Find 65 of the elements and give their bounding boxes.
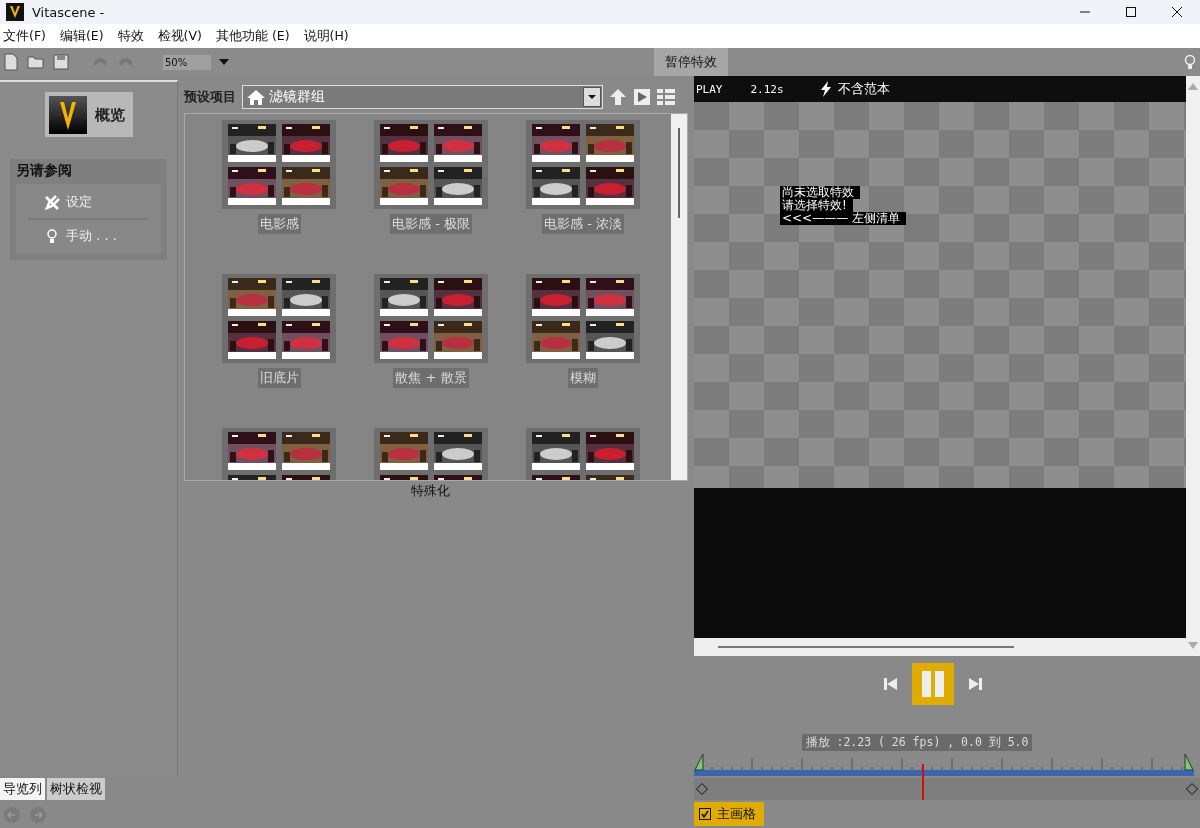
forward-icon[interactable]	[29, 806, 47, 824]
play-mode: PLAY	[696, 82, 723, 96]
pause-icon	[920, 671, 946, 697]
folder-icon[interactable]	[27, 53, 45, 71]
preset-label[interactable]: 电影感 - 浓淡	[542, 214, 624, 234]
preset-thumbnail[interactable]	[526, 274, 640, 363]
scroll-down-icon[interactable]	[1188, 642, 1198, 650]
scrollbar[interactable]	[671, 114, 687, 480]
keyframe-icon[interactable]	[1186, 783, 1198, 795]
keyframe-checkbox[interactable]: 主画格	[694, 802, 764, 826]
group-dropdown[interactable]: 滤镜群组	[242, 85, 603, 109]
checkmark-icon	[699, 808, 711, 820]
preset-label[interactable]: 电影感	[257, 214, 301, 234]
preset-label[interactable]: 特殊化	[410, 481, 450, 500]
preset-thumbnail[interactable]	[526, 120, 640, 209]
preset-thumbnail[interactable]	[222, 120, 336, 209]
app-logo-icon	[6, 3, 24, 21]
menu-item[interactable]: 其他功能 (E)	[215, 27, 290, 45]
menu-item[interactable]: 编辑(E)	[59, 27, 104, 45]
timeline[interactable]	[694, 752, 1200, 800]
lightning-icon	[819, 81, 832, 97]
message-text: 请选择特效!	[780, 199, 853, 212]
playhead[interactable]	[921, 764, 924, 800]
save-icon[interactable]	[53, 53, 69, 71]
skip-forward-icon[interactable]	[968, 677, 982, 691]
lightbulb-icon	[44, 228, 60, 244]
menu-item[interactable]: 检视(V)	[157, 27, 202, 45]
preset-label[interactable]: 电影感 - 极限	[390, 214, 472, 234]
back-icon[interactable]	[3, 806, 21, 824]
up-arrow-icon[interactable]	[609, 88, 627, 106]
pause-button[interactable]	[912, 663, 954, 705]
keyframe-icon[interactable]	[696, 783, 708, 795]
scrollbar[interactable]	[694, 638, 1186, 656]
play-icon[interactable]	[633, 88, 651, 106]
scrollbar[interactable]	[1186, 76, 1200, 656]
app-logo-icon	[48, 96, 87, 134]
template-label: 不含范本	[837, 80, 890, 98]
message-text: 尚未选取特效	[780, 186, 860, 199]
overview-button[interactable]: 概览	[44, 92, 133, 137]
window-title: Vitascene -	[32, 4, 105, 20]
preset-thumbnail[interactable]	[374, 120, 488, 209]
list-view-icon[interactable]	[657, 88, 675, 106]
preset-label[interactable]: 模糊	[568, 368, 598, 388]
lightbulb-icon[interactable]	[1184, 54, 1196, 70]
skip-back-icon[interactable]	[884, 677, 898, 691]
preset-thumbnail[interactable]	[222, 274, 336, 363]
menu-item[interactable]: 特效	[117, 27, 144, 45]
caret-icon	[219, 59, 229, 65]
menu-item[interactable]: 文件(F)	[3, 27, 46, 45]
panel-tab[interactable]: 树状检视	[47, 778, 105, 800]
scroll-up-icon[interactable]	[1188, 82, 1198, 90]
presets-label: 预设项目	[184, 88, 236, 106]
section-title: 另请参阅	[16, 162, 73, 180]
playback-status: 播放 :2.23 ( 26 fps) , 0.0 到 5.0	[801, 734, 1033, 751]
pause-effects-button[interactable]: 暂停特效	[654, 48, 728, 76]
menu-item[interactable]: 说明(H)	[303, 27, 349, 45]
preset-label[interactable]: 旧底片	[257, 368, 301, 388]
new-file-icon[interactable]	[3, 53, 19, 71]
tools-icon	[44, 194, 60, 210]
preset-thumbnail[interactable]	[374, 274, 488, 363]
home-icon	[247, 89, 265, 105]
preset-label[interactable]: 散焦 + 散景	[393, 368, 469, 388]
time-readout: 2.12s	[750, 82, 784, 96]
message-text: <<<——— 左侧清单	[780, 212, 906, 225]
panel-tab[interactable]: 导览列	[0, 778, 45, 800]
